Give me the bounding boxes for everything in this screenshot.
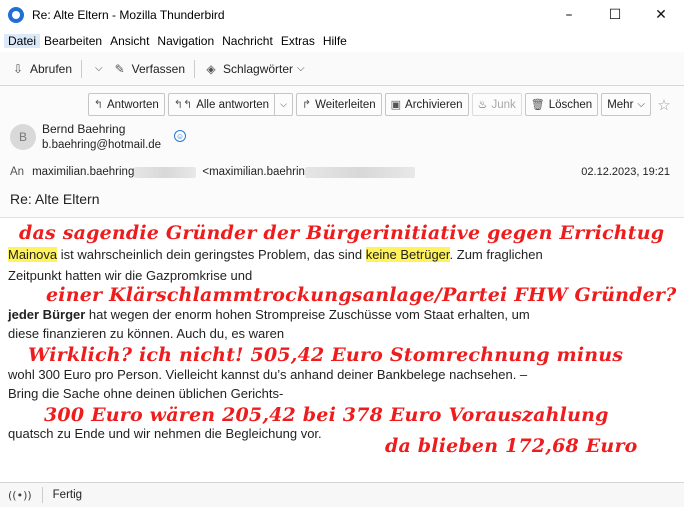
to-label: An (10, 166, 25, 178)
forward-button[interactable]: ↱ Weiterleiten (295, 93, 382, 116)
delete-button[interactable]: 🗑 Löschen (524, 93, 599, 116)
more-label: Mehr (607, 98, 634, 111)
tags-label: Schlagwörter (223, 61, 294, 76)
body-text: . Zum fraglichen (449, 247, 543, 262)
reply-all-icon: ↰↰ (173, 98, 193, 111)
menu-nachricht[interactable]: Nachricht (218, 34, 277, 48)
annotation-5: da blieben 172,68 Euro (385, 435, 638, 457)
window-titlebar: Re: Alte Eltern - Mozilla Thunderbird – … (0, 0, 684, 30)
main-toolbar: ⇩ Abrufen ⌵ ✎ Verfassen ◈ Schlagwörter ⌵ (0, 52, 684, 86)
menu-ansicht-label: Ansicht (110, 34, 150, 48)
message-subject: Re: Alte Eltern (10, 191, 100, 207)
maximize-button[interactable]: ☐ (592, 0, 638, 30)
menu-bearbeiten[interactable]: Bearbeiten (40, 34, 106, 48)
toolbar-divider (81, 59, 83, 78)
close-button[interactable]: ✕ (638, 0, 684, 30)
menu-datei-label: Datei (8, 34, 37, 48)
annotation-3: Wirklich? ich nicht! 505,42 Euro Stomrec… (28, 344, 624, 366)
recipient-row: An maximilian.baehring <maximilian.baehr… (10, 166, 674, 178)
menu-datei[interactable]: Datei (4, 34, 41, 48)
status-text: Fertig (52, 489, 83, 501)
highlight-keine-betrueger: keine Betrüger (365, 247, 450, 262)
body-line-3: jeder Bürger hat wegen der enorm hohen S… (8, 307, 530, 322)
message-body: Mainova ist wahrscheinlich dein geringst… (0, 218, 684, 482)
pencil-icon: ✎ (114, 61, 125, 76)
fetch-button[interactable]: ⇩ Abrufen (6, 57, 77, 81)
trash-icon: 🗑 (530, 98, 545, 111)
tag-icon: ◈ (206, 61, 216, 76)
delete-label: Löschen (548, 98, 593, 111)
menu-extras[interactable]: Extras (277, 34, 319, 48)
body-text: hat wegen der enorm hohen Strompreise Zu… (85, 307, 530, 322)
message-actions: ↰ Antworten ↰↰ Alle antworten ⌵ ↱ Weiterleit… (87, 93, 674, 116)
star-icon[interactable]: ☆ (654, 93, 674, 116)
sender-email[interactable]: b.baehring@hotmail.de (42, 139, 161, 151)
window-title: Re: Alte Eltern - Mozilla Thunderbird (32, 8, 225, 22)
message-date: 02.12.2023, 19:21 (581, 166, 670, 178)
annotation-4: 300 Euro wären 205,42 bei 378 Euro Vorau… (44, 404, 609, 426)
bold-text: jeder Bürger (8, 307, 86, 322)
flame-icon: ♨ (477, 98, 488, 111)
compose-button[interactable]: ✎ Verfassen (108, 57, 190, 81)
recipient-1[interactable]: maximilian.baehring (32, 166, 134, 178)
fetch-dropdown-button[interactable]: ⌵ (86, 57, 108, 81)
archive-button[interactable]: ▣ Archivieren (384, 93, 469, 116)
minimize-button[interactable]: – (546, 0, 592, 30)
recipient-2[interactable]: <maximilian.baehrin (202, 166, 305, 178)
junk-button[interactable]: ♨ Junk (471, 93, 522, 116)
avatar: B (10, 124, 36, 150)
menu-hilfe[interactable]: Hilfe (319, 34, 351, 48)
add-contact-icon[interactable]: ☺ (174, 130, 186, 142)
reply-button[interactable]: ↰ Antworten (87, 93, 165, 116)
menu-ansicht[interactable]: Ansicht (106, 34, 153, 48)
reply-all-label: Alle antworten (196, 98, 270, 111)
menu-bar: Datei Bearbeiten Ansicht Navigation Nach… (0, 30, 684, 52)
annotation-2: einer Klärschlammtrockungsanlage/Partei … (46, 284, 677, 306)
redacted-block (304, 166, 415, 178)
forward-label: Weiterleiten (315, 98, 376, 111)
message-header: ↰ Antworten ↰↰ Alle antworten ⌵ ↱ Weiterleit… (0, 86, 684, 218)
menu-extras-label: Extras (280, 34, 315, 48)
body-text: ist wahrscheinlich dein geringstes Probl… (57, 247, 366, 262)
chevron-down-icon: ⌵ (637, 99, 645, 110)
highlight-mainova: Mainova (8, 247, 58, 262)
body-line-2: Zeitpunkt hatten wir die Gazpromkrise un… (8, 268, 253, 283)
menu-nachricht-label: Nachricht (222, 34, 273, 48)
body-line-1: Mainova ist wahrscheinlich dein geringst… (8, 247, 543, 262)
status-bar: ((•)) Fertig (0, 482, 684, 507)
compose-label: Verfassen (131, 61, 185, 76)
online-status-icon[interactable]: ((•)) (8, 489, 32, 502)
more-button[interactable]: Mehr ⌵ (601, 93, 651, 116)
reply-icon: ↰ (93, 98, 103, 111)
menu-navigation-label: Navigation (157, 34, 215, 48)
body-line-6: Bring die Sache ohne deinen üblichen Ger… (8, 386, 284, 401)
fetch-label: Abrufen (30, 61, 73, 76)
chevron-down-icon: ⌵ (95, 63, 103, 74)
archive-label: Archivieren (405, 98, 463, 111)
menu-bearbeiten-label: Bearbeiten (44, 34, 103, 48)
redacted-block (134, 166, 197, 178)
chevron-down-icon: ⌵ (297, 63, 305, 74)
sender-name[interactable]: Bernd Baehring (42, 122, 125, 136)
download-icon: ⇩ (12, 61, 24, 76)
archive-icon: ▣ (390, 98, 402, 111)
reply-label: Antworten (106, 98, 159, 111)
body-line-5: wohl 300 Euro pro Person. Vielleicht kan… (8, 367, 528, 382)
junk-label: Junk (491, 98, 516, 111)
toolbar-divider (194, 59, 195, 78)
tags-button[interactable]: ◈ Schlagwörter ⌵ (199, 57, 310, 81)
reply-all-button[interactable]: ↰↰ Alle antworten ⌵ (167, 93, 293, 116)
thunderbird-logo-icon (8, 7, 24, 23)
forward-icon: ↱ (301, 98, 312, 111)
annotation-1: das sagendie Gründer der Bürgerinitiativ… (19, 222, 665, 244)
menu-hilfe-label: Hilfe (322, 34, 347, 48)
body-line-4: diese finanzieren zu können. Auch du, es… (8, 326, 285, 341)
status-divider (41, 487, 43, 503)
menu-navigation[interactable]: Navigation (153, 34, 218, 48)
chevron-down-icon[interactable]: ⌵ (274, 94, 287, 115)
body-line-7: quatsch zu Ende und wir nehmen die Begle… (8, 426, 322, 441)
